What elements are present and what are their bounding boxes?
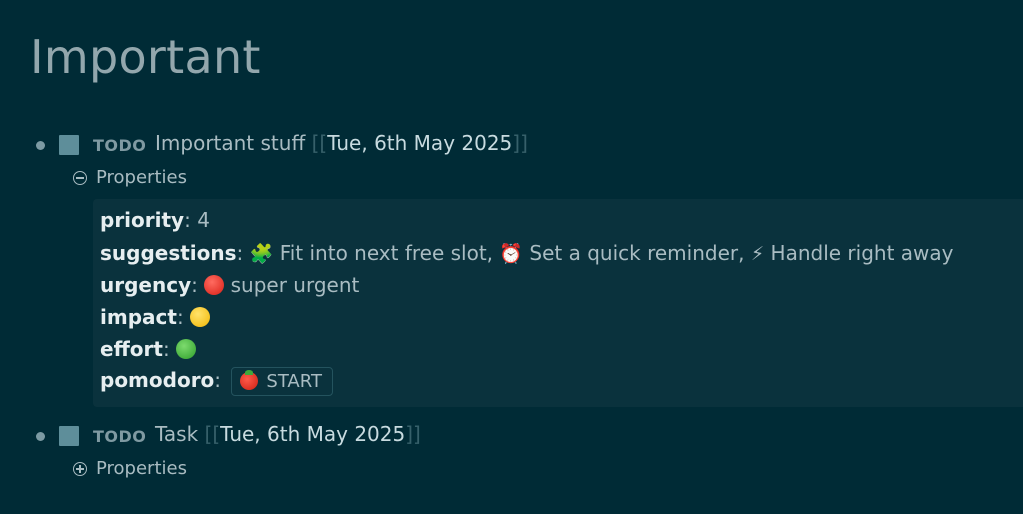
date-link[interactable]: Tue, 6th May 2025: [220, 422, 405, 446]
pomodoro-start-button[interactable]: START: [231, 367, 333, 396]
page-title: Important: [30, 30, 261, 84]
properties-toggle[interactable]: Properties: [73, 167, 187, 188]
property-key: pomodoro: [100, 368, 215, 392]
collapse-circle-icon[interactable]: [73, 171, 87, 185]
task-title: Important stuff: [155, 131, 306, 155]
task-title: Task: [155, 422, 199, 446]
bracket-close: ]]: [512, 131, 528, 155]
property-value: 4: [197, 208, 210, 232]
todo-checkbox[interactable]: [59, 135, 79, 155]
property-pomodoro: pomodoro: START: [100, 367, 333, 396]
property-key: suggestions: [100, 241, 237, 265]
page: Important TODO Important stuff [[Tue, 6t…: [0, 0, 1023, 514]
property-impact[interactable]: impact:: [100, 305, 211, 329]
bullet-icon[interactable]: [36, 141, 45, 150]
date-link[interactable]: Tue, 6th May 2025: [327, 131, 512, 155]
tomato-icon: [240, 370, 259, 390]
bracket-open: [[: [204, 422, 221, 446]
property-key: urgency: [100, 273, 192, 297]
todo-marker[interactable]: TODO: [93, 136, 146, 155]
puzzle-icon: 🧩: [249, 243, 274, 265]
bullet-icon[interactable]: [36, 432, 45, 441]
green-circle-icon: [176, 339, 197, 359]
task-content[interactable]: Important stuff [[Tue, 6th May 2025]]: [155, 131, 528, 155]
task-content[interactable]: Task [[Tue, 6th May 2025]]: [155, 422, 421, 446]
property-value: super urgent: [230, 273, 360, 297]
properties-toggle[interactable]: Properties: [73, 458, 187, 479]
property-priority[interactable]: priority: 4: [100, 208, 210, 232]
yellow-circle-icon: [190, 307, 211, 327]
todo-checkbox[interactable]: [59, 426, 79, 446]
property-urgency[interactable]: urgency: super urgent: [100, 273, 359, 297]
expand-circle-icon[interactable]: [73, 462, 87, 476]
suggestion-text: Set a quick reminder: [529, 241, 739, 265]
property-suggestions[interactable]: suggestions: 🧩 Fit into next free slot, …: [100, 241, 954, 265]
property-key: priority: [100, 208, 185, 232]
bracket-close: ]]: [405, 422, 421, 446]
todo-marker[interactable]: TODO: [93, 427, 146, 446]
properties-label: Properties: [96, 167, 187, 188]
start-label: START: [266, 371, 322, 392]
red-circle-icon: [204, 275, 225, 295]
suggestion-text: Handle right away: [770, 241, 954, 265]
property-key: impact: [100, 305, 177, 329]
suggestion-text: Fit into next free slot: [279, 241, 487, 265]
property-effort[interactable]: effort:: [100, 337, 197, 361]
properties-label: Properties: [96, 458, 187, 479]
bracket-open: [[: [311, 131, 328, 155]
lightning-icon: ⚡: [750, 243, 765, 265]
property-key: effort: [100, 337, 163, 361]
alarm-clock-icon: ⏰: [499, 243, 524, 265]
